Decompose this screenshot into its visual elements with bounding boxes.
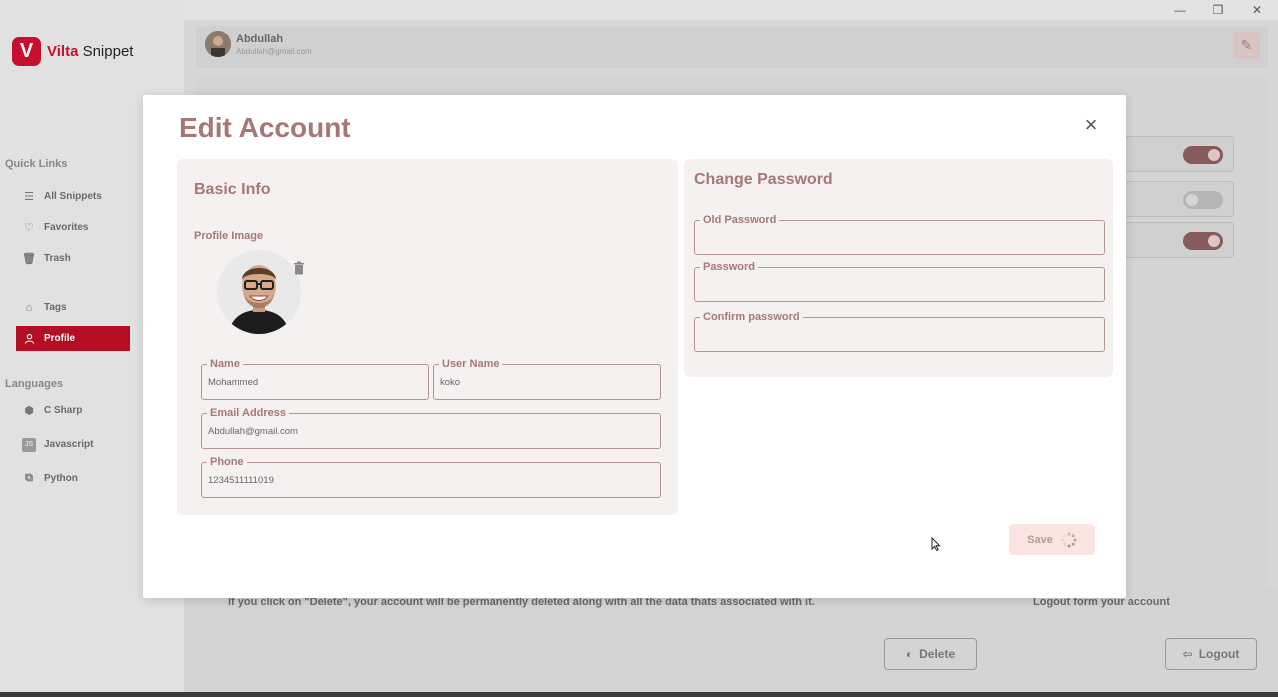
sidebar-item-python[interactable]: ⧉ Python: [16, 466, 130, 491]
delete-photo-icon[interactable]: [292, 261, 306, 277]
phone-label: Phone: [207, 455, 247, 469]
save-button[interactable]: Save: [1009, 524, 1095, 555]
profile-image-label: Profile Image: [194, 230, 264, 242]
taskbar-strip: [0, 692, 1278, 697]
username-label: User Name: [439, 357, 503, 371]
mouse-cursor-icon: [931, 537, 941, 551]
email-label: Email Address: [207, 406, 290, 420]
edit-pencil-icon[interactable]: ✎: [1233, 32, 1260, 59]
delete-button[interactable]: ◐ Delete: [884, 638, 977, 670]
brand-logo: V: [12, 37, 41, 66]
sidebar-item-tags[interactable]: ⌂ Tags: [16, 295, 130, 320]
toggle-switch-2[interactable]: [1183, 191, 1223, 209]
header-user-email: Abdullah@gmail.com: [236, 47, 312, 56]
confirm-password-field[interactable]: Confirm password: [694, 310, 1105, 352]
name-value: Mohammed: [208, 377, 259, 388]
header-user-name: Abdullah: [236, 33, 284, 45]
setting-row-2: [1124, 181, 1234, 217]
close-icon[interactable]: ×: [1081, 114, 1101, 136]
setting-row-1: [1124, 136, 1234, 172]
user-icon: [22, 332, 36, 346]
confirm-password-label: Confirm password: [700, 310, 803, 324]
sidebar-item-all-snippets[interactable]: ☰ All Snippets: [16, 184, 130, 209]
sidebar-item-profile[interactable]: Profile: [16, 326, 130, 351]
sidebar-item-favorites[interactable]: ♡ Favorites: [16, 215, 130, 240]
sidebar-item-trash[interactable]: 🗑 Trash: [16, 246, 130, 271]
name-field[interactable]: Name Mohammed: [201, 357, 429, 400]
name-label: Name: [207, 357, 243, 371]
delete-icon: ◐: [905, 647, 914, 661]
js-icon: JS: [22, 437, 36, 452]
sidebar-item-csharp[interactable]: ⬢ C Sharp: [16, 398, 130, 423]
logout-button[interactable]: ⇦ Logout: [1165, 638, 1257, 670]
edit-account-modal: Edit Account × Basic Info Profile Image …: [143, 95, 1126, 598]
phone-value: 1234511111019: [208, 475, 274, 486]
username-field[interactable]: User Name koko: [433, 357, 661, 400]
brand-name: Vilta Snippet: [47, 43, 134, 60]
change-password-title: Change Password: [694, 171, 833, 188]
toggle-switch-3[interactable]: [1183, 232, 1223, 250]
logout-icon: ⇦: [1182, 647, 1193, 661]
close-window-button[interactable]: ✕: [1247, 2, 1267, 18]
csharp-icon: ⬢: [24, 405, 34, 417]
phone-field[interactable]: Phone 1234511111019: [201, 455, 661, 498]
header-avatar[interactable]: [205, 31, 231, 57]
trash-icon: 🗑: [22, 253, 36, 265]
modal-title: Edit Account: [179, 112, 351, 143]
save-label: Save: [1027, 533, 1053, 546]
python-icon: ⧉: [25, 472, 33, 484]
list-icon: ☰: [24, 191, 34, 203]
languages-heading: Languages: [5, 378, 64, 390]
loading-spinner-icon: [1061, 531, 1077, 547]
maximize-button[interactable]: ❐: [1208, 2, 1228, 18]
username-value: koko: [440, 377, 461, 388]
top-bar: [196, 26, 1268, 68]
old-password-label: Old Password: [700, 213, 780, 227]
minimize-button[interactable]: —: [1170, 2, 1190, 18]
basic-info-title: Basic Info: [194, 181, 271, 198]
tag-icon: ⌂: [25, 301, 33, 314]
brand: V Vilta Snippet: [12, 37, 133, 66]
heart-icon: ♡: [24, 222, 34, 234]
password-field[interactable]: Password: [694, 260, 1105, 302]
password-label: Password: [700, 260, 758, 274]
old-password-field[interactable]: Old Password: [694, 213, 1105, 255]
quick-links-heading: Quick Links: [5, 158, 68, 170]
sidebar-item-javascript[interactable]: JS Javascript: [16, 432, 130, 457]
toggle-switch-1[interactable]: [1183, 146, 1223, 164]
title-bar: — ❐ ✕: [0, 0, 1278, 20]
email-value: Abdullah@gmail.com: [208, 426, 298, 437]
profile-photo[interactable]: [217, 250, 301, 334]
setting-row-3: [1124, 222, 1234, 258]
email-field[interactable]: Email Address Abdullah@gmail.com: [201, 406, 661, 449]
